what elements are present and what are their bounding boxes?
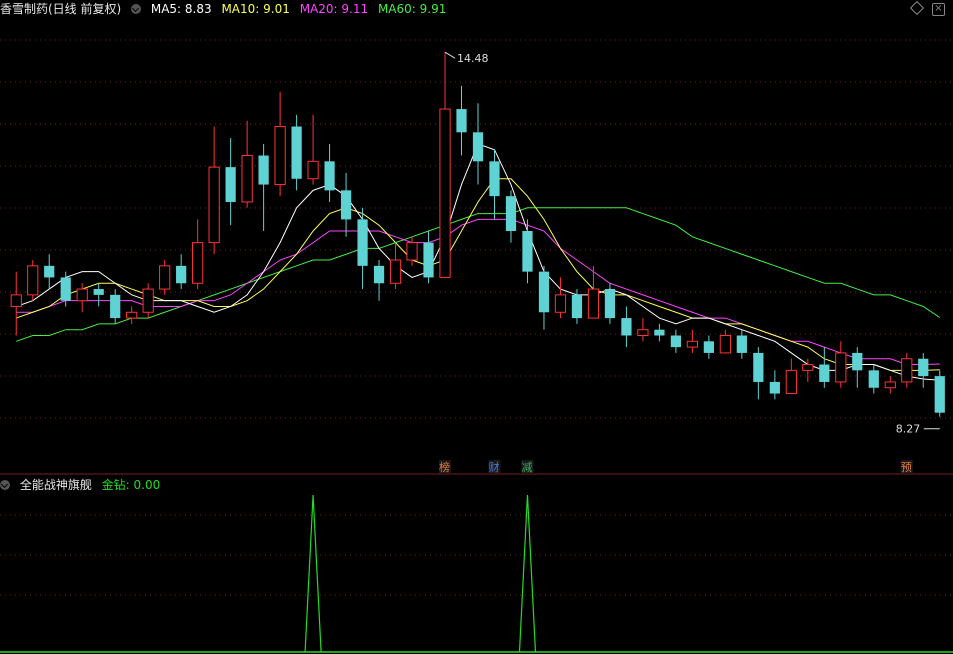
candle-body <box>884 381 896 389</box>
marker-label: 减 <box>521 461 532 474</box>
candle-body <box>736 335 747 353</box>
candle-body <box>587 288 600 319</box>
candle-body <box>208 166 220 244</box>
candle-body <box>225 167 236 202</box>
candle-body <box>241 155 253 203</box>
candle-body <box>852 352 863 371</box>
marker-label: 财 <box>488 460 499 474</box>
candle-body <box>785 369 797 395</box>
candle-body <box>621 318 632 336</box>
marker-label: 榜 <box>439 460 450 474</box>
price-chart[interactable]: 14.48 8.27 榜 财 减 预 <box>0 0 953 654</box>
candle-body <box>142 288 154 313</box>
high-label: 14.48 <box>457 52 489 65</box>
candle-body <box>934 376 945 413</box>
candle-body <box>901 358 913 383</box>
candle-body <box>604 289 616 319</box>
candle-body <box>769 381 780 394</box>
candle-body <box>686 340 698 348</box>
candle-body <box>538 271 550 313</box>
candle-body <box>307 160 319 180</box>
candle-body <box>670 335 682 348</box>
candle-body <box>571 294 583 319</box>
candle-body <box>93 289 104 295</box>
candle-body <box>703 341 714 353</box>
candle-body <box>753 352 764 382</box>
candle-body <box>76 288 88 302</box>
candle-body <box>819 364 830 382</box>
candle-body <box>456 109 467 133</box>
candle-body <box>110 294 121 319</box>
candle-body <box>868 370 879 388</box>
candle-body <box>505 196 517 231</box>
candle-body <box>802 364 814 371</box>
candle-body <box>918 358 929 377</box>
candle-body <box>423 242 434 278</box>
candle-body <box>291 126 302 179</box>
candle-body <box>44 265 55 278</box>
candle-body <box>654 329 665 336</box>
candle-body <box>176 265 187 284</box>
candle-body <box>406 242 418 261</box>
candle-body <box>10 294 22 307</box>
candle-body <box>324 161 335 191</box>
candle-body <box>719 335 731 354</box>
candle-body <box>258 155 269 185</box>
ma60-line <box>16 207 941 342</box>
marker-label: 预 <box>901 461 912 474</box>
candle-body <box>192 242 204 284</box>
candle-body <box>489 161 500 197</box>
low-label: 8.27 <box>896 423 921 436</box>
candle-body <box>835 352 847 383</box>
candle-body <box>389 259 402 284</box>
candle-body <box>522 231 533 272</box>
candle-body <box>159 265 171 290</box>
candle-body <box>126 311 138 319</box>
candle-body <box>373 265 385 284</box>
candle-body <box>274 126 286 186</box>
candle-body <box>554 294 567 313</box>
candle-body <box>357 219 368 266</box>
candle-body <box>60 277 71 301</box>
indicator-peak <box>304 494 322 653</box>
candle-body <box>340 190 352 220</box>
candle-body <box>27 265 39 296</box>
indicator-peak <box>518 494 537 653</box>
candle-body <box>637 329 649 337</box>
high-pointer <box>444 51 456 59</box>
candle-body <box>472 132 484 162</box>
ma20-line <box>16 218 940 366</box>
candle-body <box>439 108 451 278</box>
